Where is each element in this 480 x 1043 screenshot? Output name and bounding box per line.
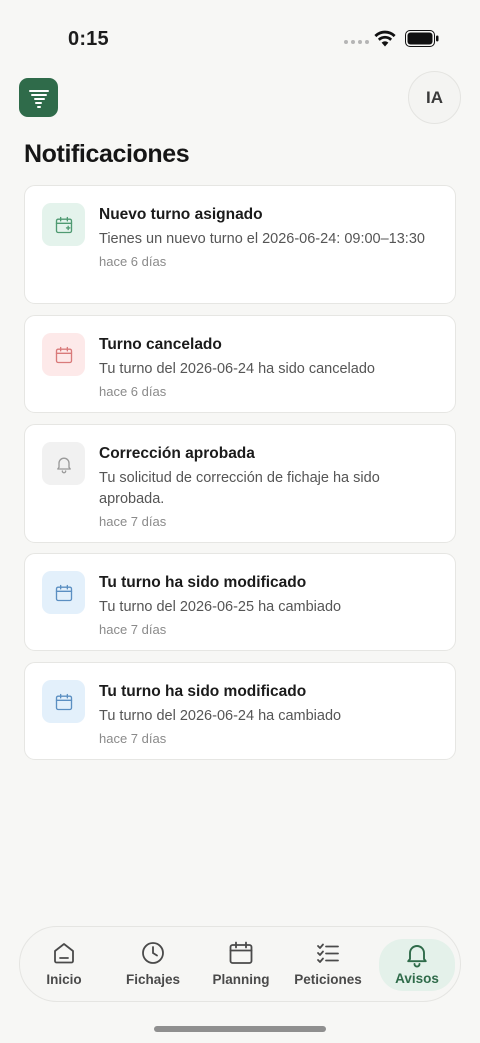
calendar-icon	[42, 571, 85, 614]
notification-time: hace 7 días	[99, 731, 167, 746]
tab-inicio[interactable]: Inicio	[28, 927, 100, 1001]
tab-fichajes[interactable]: Fichajes	[114, 927, 192, 1001]
notification-card[interactable]: Tu turno ha sido modificado Tu turno del…	[24, 662, 456, 760]
calendar-plus-icon	[42, 203, 85, 246]
notification-title: Turno cancelado	[99, 336, 222, 353]
notification-card[interactable]: Turno cancelado Tu turno del 2026-06-24 …	[24, 315, 456, 413]
notification-title: Corrección aprobada	[99, 445, 255, 462]
notification-title: Tu turno ha sido modificado	[99, 683, 307, 700]
home-icon	[54, 943, 74, 964]
clock-icon	[142, 942, 164, 964]
avatar[interactable]: IA	[408, 71, 461, 124]
tab-peticiones[interactable]: Peticiones	[287, 927, 369, 1001]
notification-card[interactable]: Corrección aprobada Tu solicitud de corr…	[24, 424, 456, 543]
app-logo[interactable]	[19, 78, 58, 117]
home-indicator	[154, 1026, 326, 1032]
checklist-icon	[317, 943, 339, 963]
tab-label: Peticiones	[294, 972, 362, 987]
calendar-icon	[42, 333, 85, 376]
notification-card[interactable]: Tu turno ha sido modificado Tu turno del…	[24, 553, 456, 651]
tornado-logo-icon	[28, 89, 49, 108]
bell-icon	[42, 442, 85, 485]
notification-time: hace 7 días	[99, 622, 167, 637]
status-bar: 0:15	[0, 0, 480, 80]
status-time: 0:15	[68, 28, 109, 50]
wifi-icon	[374, 30, 396, 47]
tab-bar: Inicio Fichajes Planning Peticiones Avis…	[19, 926, 461, 1002]
tab-label: Avisos	[395, 971, 439, 986]
notification-title: Tu turno ha sido modificado	[99, 574, 307, 591]
notification-time: hace 6 días	[99, 384, 167, 399]
tab-label: Inicio	[46, 972, 82, 987]
calendar-icon	[229, 941, 253, 964]
battery-icon	[405, 30, 439, 47]
signal-dots-icon	[344, 40, 369, 44]
page-title: Notificaciones	[24, 140, 190, 168]
notification-text: Tu solicitud de corrección de fichaje ha…	[99, 470, 380, 507]
notification-text: Tu turno del 2026-06-24 ha cambiado	[99, 708, 342, 724]
notification-text: Tu turno del 2026-06-25 ha cambiado	[99, 599, 342, 615]
notification-text: Tienes un nuevo turno el 2026-06-24: 09:…	[99, 231, 425, 247]
notification-title: Nuevo turno asignado	[99, 206, 263, 223]
tab-label: Fichajes	[125, 972, 181, 987]
calendar-icon	[42, 680, 85, 723]
tab-label: Planning	[212, 972, 270, 987]
tab-planning[interactable]: Planning	[203, 927, 279, 1001]
notification-time: hace 6 días	[99, 254, 167, 269]
notification-card[interactable]: Nuevo turno asignado Tienes un nuevo tur…	[24, 185, 456, 304]
bell-icon	[407, 945, 427, 968]
tab-avisos[interactable]: Avisos	[379, 939, 455, 991]
notification-time: hace 7 días	[99, 514, 167, 529]
notification-text: Tu turno del 2026-06-24 ha sido cancelad…	[99, 361, 375, 377]
